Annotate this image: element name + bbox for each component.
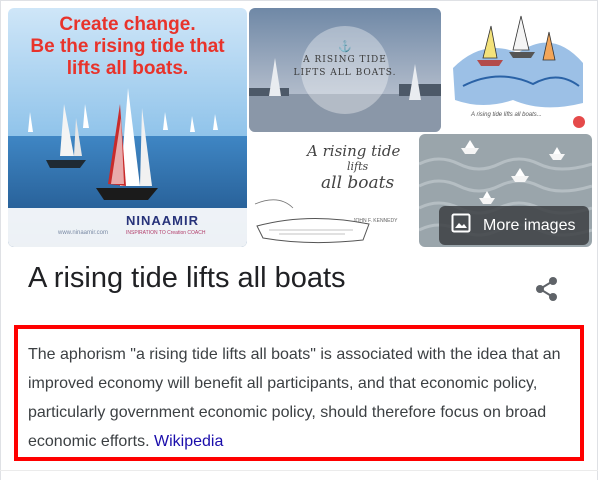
image-sailboats-quote[interactable]: Create change. Be the rising tide that l… (8, 8, 247, 247)
image-watercolor-boats[interactable]: A rising tide lifts all boats... (443, 8, 592, 132)
harbor-text-line-1: A RISING TIDE (303, 55, 387, 65)
calligraphy-line-2: lifts (347, 160, 369, 173)
image-harbor-quote[interactable]: ⚓ A RISING TIDE LIFTS ALL BOATS. (249, 8, 441, 132)
share-icon[interactable] (532, 274, 562, 304)
calligraphy-line-1: A rising tide (307, 142, 401, 160)
wikipedia-link[interactable]: Wikipedia (154, 433, 223, 450)
headline-line-1: Create change. (59, 14, 196, 35)
image-gallery-icon (451, 213, 471, 238)
headline-line-2: Be the rising tide that (30, 36, 225, 57)
entity-title: A rising tide lifts all boats (28, 262, 346, 294)
more-images-label: More images (483, 216, 576, 234)
description: The aphorism "a rising tide lifts all bo… (28, 340, 578, 456)
brand-subtitle: INSPIRATION TO Creation COACH (126, 230, 206, 236)
watercolor-caption: A rising tide lifts all boats... (471, 112, 542, 118)
brand-name: NINAAMIR (126, 213, 199, 228)
calligraphy-line-3: all boats (321, 173, 395, 193)
harbor-text-line-2: LIFTS ALL BOATS. (293, 68, 397, 78)
description-text: The aphorism "a rising tide lifts all bo… (28, 346, 561, 450)
more-images-button[interactable]: More images (439, 206, 589, 245)
anchor-icon: ⚓ (338, 41, 352, 53)
divider (0, 470, 598, 471)
headline-line-3: lifts all boats. (66, 58, 189, 79)
website-text: www.ninaamir.com (58, 230, 109, 236)
image-calligraphy-quote[interactable]: A rising tide lifts all boats JOHN F. KE… (249, 134, 417, 247)
calligraphy-attribution: JOHN F. KENNEDY (353, 218, 398, 224)
